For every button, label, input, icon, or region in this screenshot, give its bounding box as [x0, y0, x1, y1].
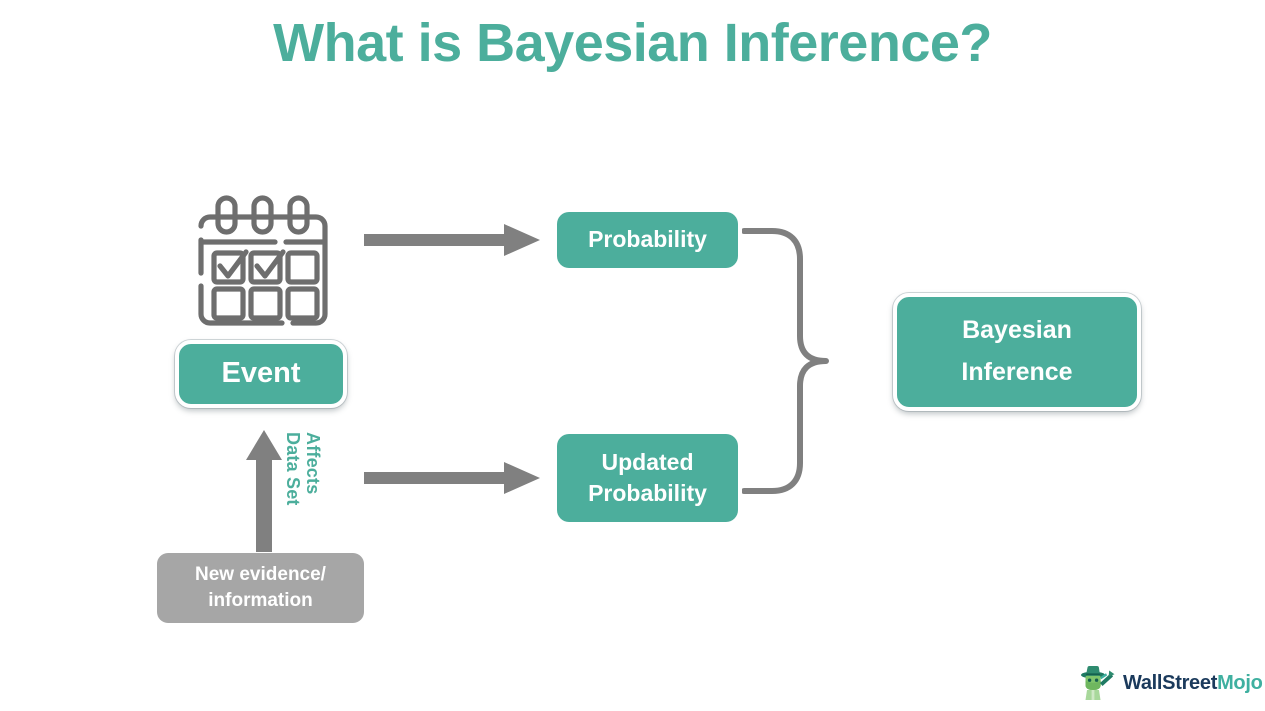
label-data-set: Data Set — [283, 432, 303, 506]
node-new-evidence-line2: information — [208, 590, 313, 611]
calendar-icon — [190, 190, 336, 332]
brand-logo-text: WallStreetMojo — [1123, 672, 1263, 695]
arrow-right-icon-event-to-probability — [364, 218, 540, 262]
arrow-up-icon — [243, 426, 285, 552]
node-event-label: Event — [221, 357, 301, 390]
node-updated-probability[interactable]: Updated Probability — [557, 434, 738, 522]
node-updated-probability-line1: Updated — [601, 448, 694, 475]
node-event[interactable]: Event — [175, 340, 347, 408]
node-new-evidence-line1: New evidence/ — [195, 564, 326, 586]
node-probability[interactable]: Probability — [557, 212, 738, 268]
label-affects: Affects — [303, 432, 323, 495]
curly-brace-icon — [741, 228, 866, 494]
brand-name-part2: Mojo — [1217, 671, 1263, 694]
node-probability-label: Probability — [588, 226, 707, 253]
node-bayesian-inference[interactable]: Bayesian Inference — [893, 293, 1141, 411]
brand-logo[interactable]: WallStreetMojo — [1076, 661, 1263, 705]
slide-canvas: What is Bayesian Inference? Event Probab… — [0, 0, 1265, 711]
node-bayesian-inference-line2: Inference — [961, 358, 1073, 386]
wallstreetmojo-mascot-icon — [1076, 663, 1116, 703]
brand-name-part1: WallStreet — [1123, 671, 1218, 694]
node-bayesian-inference-line1: Bayesian — [962, 316, 1072, 345]
node-updated-probability-line2: Probability — [588, 480, 707, 506]
node-new-evidence[interactable]: New evidence/ information — [157, 553, 364, 623]
page-title: What is Bayesian Inference? — [273, 13, 992, 73]
arrow-right-icon-to-updated-probability — [364, 456, 540, 500]
